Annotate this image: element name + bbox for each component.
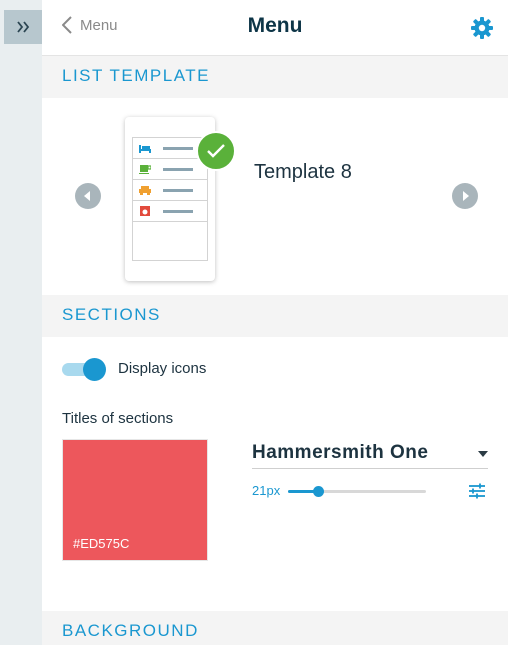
coffee-icon [139,165,151,174]
background-title: BACKGROUND [62,621,199,640]
list-template-header: LIST TEMPLATE [42,56,508,98]
back-button[interactable]: Menu [62,16,118,34]
checkmark-icon [207,144,225,158]
preview-row [133,201,207,222]
sections-header: SECTIONS [42,295,508,337]
side-rail [0,0,42,645]
chevron-left-icon [62,16,72,34]
washing-machine-icon [140,206,150,216]
arrow-left-icon [84,191,90,201]
next-template-button[interactable] [452,183,478,209]
preview-line [163,189,193,192]
titles-of-sections-label: Titles of sections [62,410,174,427]
display-icons-toggle[interactable] [62,358,106,381]
list-template-title: LIST TEMPLATE [62,66,210,85]
preview-row [133,159,207,180]
preview-line [163,210,193,213]
bed-icon [139,145,151,153]
font-size-label: 21px [252,483,281,498]
preview-line [163,147,193,150]
template-name: Template 8 [254,161,352,183]
selected-check-badge [196,131,236,171]
slider-thumb[interactable] [313,486,325,497]
caret-down-icon [478,451,488,457]
toggle-knob [83,358,106,381]
font-family-value: Hammersmith One [252,442,429,463]
back-label: Menu [80,16,118,34]
double-chevron-right-icon [17,21,30,33]
settings-panel: Menu Menu LIST TEMPLATE Template 8 SECTI… [42,0,508,645]
top-bar: Menu Menu [42,0,508,56]
car-icon [139,186,151,195]
section-title-color-swatch[interactable]: #ED575C [62,439,208,561]
preview-line [163,168,193,171]
display-icons-label: Display icons [118,360,207,377]
arrow-right-icon [463,191,469,201]
expand-rail-button[interactable] [4,10,42,44]
sections-title: SECTIONS [62,305,161,324]
preview-row [133,180,207,201]
font-family-select[interactable]: Hammersmith One [252,438,488,469]
color-hex-label: #ED575C [73,536,130,551]
prev-template-button[interactable] [75,183,101,209]
sliders-icon[interactable] [468,482,486,500]
gear-icon[interactable] [470,16,494,40]
background-header: BACKGROUND [42,611,508,645]
font-size-slider[interactable] [288,484,426,498]
